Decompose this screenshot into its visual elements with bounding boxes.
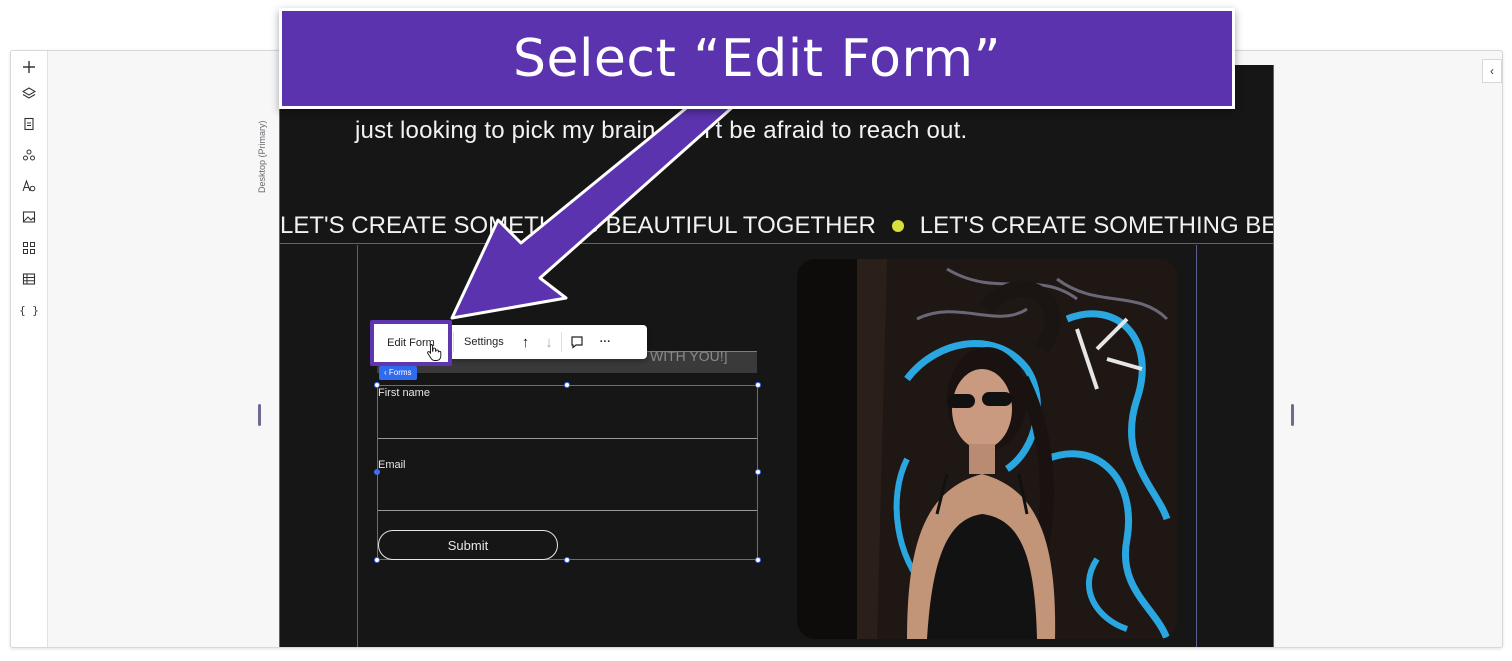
editor-frame: { } Desktop (Primary) ‹ just looking to … (10, 50, 1503, 648)
resize-handle-bottom[interactable] (564, 557, 570, 563)
portrait-photo[interactable] (797, 259, 1177, 639)
collapse-panel-button[interactable]: ‹ (1482, 59, 1502, 83)
section-guide-left (357, 245, 358, 647)
add-apps-icon[interactable] (17, 236, 41, 260)
screenshot-root: { } Desktop (Primary) ‹ just looking to … (0, 0, 1512, 661)
resize-handle-left[interactable] (374, 469, 380, 475)
section-guide-right (1196, 245, 1197, 647)
right-resize-handle[interactable] (1291, 404, 1294, 426)
settings-button[interactable]: Settings (454, 325, 514, 359)
pointer-hand-icon (427, 344, 442, 361)
code-icon[interactable]: { } (17, 298, 41, 322)
more-actions-icon[interactable]: ··· (592, 325, 619, 359)
marquee-text: LET'S CREATE SOMETHING BEAUTIFUL TOGETHE… (280, 211, 876, 239)
chevron-left-icon: ‹ (1490, 64, 1494, 78)
first-name-label: First name (378, 387, 430, 399)
email-field[interactable] (378, 510, 757, 511)
marquee-text-repeat: LET'S CREATE SOMETHING BEAUT (919, 211, 1273, 239)
email-label: Email (378, 459, 406, 471)
resize-handle-tl[interactable] (374, 382, 380, 388)
cms-table-icon[interactable] (17, 267, 41, 291)
portrait-image (797, 259, 1177, 639)
move-up-icon[interactable]: ↑ (514, 325, 538, 359)
form-title-text: WITH YOU!] (650, 348, 728, 364)
move-down-icon[interactable]: ↓ (537, 325, 561, 359)
contact-form[interactable]: First name Email Submit (374, 382, 761, 563)
pages-icon[interactable] (17, 112, 41, 136)
left-toolbar: { } (11, 51, 48, 647)
text-theme-icon[interactable] (17, 174, 41, 198)
forms-badge[interactable]: ‹ Forms (379, 366, 417, 380)
layers-icon[interactable] (17, 81, 41, 105)
marquee-banner: LET'S CREATE SOMETHING BEAUTIFUL TOGETHE… (280, 210, 1273, 244)
left-resize-handle[interactable] (258, 404, 261, 426)
add-icon[interactable] (17, 55, 41, 79)
marquee-dot (891, 219, 904, 232)
resize-handle-tr[interactable] (755, 382, 761, 388)
first-name-field[interactable] (378, 438, 757, 439)
breakpoint-label: Desktop (Primary) (257, 120, 267, 193)
instruction-callout: Select “Edit Form” (279, 8, 1235, 109)
resize-handle-right[interactable] (755, 469, 761, 475)
comment-icon[interactable] (562, 325, 592, 359)
apps-icon[interactable] (17, 143, 41, 167)
resize-handle-br[interactable] (755, 557, 761, 563)
resize-handle-bl[interactable] (374, 557, 380, 563)
submit-button[interactable]: Submit (378, 530, 558, 560)
intro-text: just looking to pick my brain, don’t be … (355, 117, 968, 144)
resize-handle-top[interactable] (564, 382, 570, 388)
media-icon[interactable] (17, 205, 41, 229)
